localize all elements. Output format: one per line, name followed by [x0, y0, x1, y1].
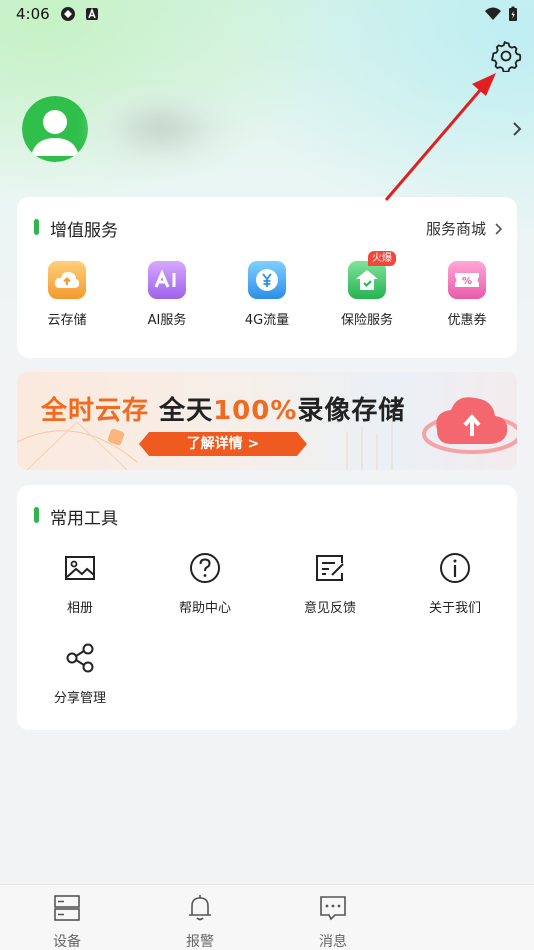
- tool-share-management[interactable]: 分享管理: [25, 641, 135, 706]
- status-bar: 4:06: [0, 0, 534, 30]
- tool-label: 分享管理: [53, 691, 106, 706]
- feedback-icon: [316, 555, 344, 581]
- nav-label: 消息: [319, 934, 347, 950]
- cloud-storage-banner[interactable]: 全时云存 全天100%录像存储 了解详情 >: [17, 372, 517, 470]
- tools-card: 常用工具 相册 帮助中心 意见反馈 关于我们 分享管理: [17, 485, 517, 730]
- banner-headline-part1: 全时云存: [41, 396, 150, 426]
- tool-help-center[interactable]: 帮助中心: [150, 551, 260, 616]
- gear-icon[interactable]: [490, 40, 522, 72]
- nav-label: 报警: [186, 934, 214, 950]
- service-mall-link[interactable]: 服务商城: [426, 218, 503, 239]
- service-label: 保险服务: [340, 313, 393, 328]
- tool-about-us[interactable]: 关于我们: [400, 551, 510, 616]
- value-services-title: 增值服务: [34, 216, 118, 241]
- share-icon: [66, 643, 94, 673]
- ai-icon: [148, 261, 186, 299]
- service-insurance[interactable]: 火爆 保险服务: [317, 251, 417, 328]
- chevron-right-icon[interactable]: [510, 120, 524, 138]
- tool-album[interactable]: 相册: [25, 551, 135, 616]
- learn-more-button[interactable]: 了解详情 >: [139, 432, 307, 456]
- service-cloud-storage[interactable]: 云存储: [17, 261, 117, 328]
- banner-headline-part2: 全天: [159, 396, 214, 426]
- service-4g-data[interactable]: 4G流量: [217, 261, 317, 328]
- service-ai[interactable]: AI服务: [117, 261, 217, 328]
- nav-messages[interactable]: 消息: [298, 893, 368, 950]
- device-icon: [54, 895, 80, 921]
- tool-label: 意见反馈: [303, 601, 356, 616]
- value-services-card: 增值服务 服务商城 云存储 AI服务 4G流量 火爆 保险服务 % 优惠券: [17, 197, 517, 358]
- nav-alarm[interactable]: 报警: [165, 893, 235, 950]
- status-time: 4:06: [16, 5, 50, 23]
- nav-label: 设备: [53, 934, 81, 950]
- image-icon: [65, 556, 95, 580]
- tool-label: 相册: [66, 601, 93, 616]
- nav-device[interactable]: 设备: [32, 893, 102, 950]
- tools-title: 常用工具: [34, 504, 118, 529]
- hot-badge: 火爆: [368, 251, 396, 266]
- message-icon: [320, 896, 346, 921]
- info-circle-icon: [440, 553, 470, 583]
- tool-label: 帮助中心: [178, 601, 231, 616]
- service-label: 云存储: [47, 313, 87, 328]
- banner-headline: 全时云存 全天100%录像存储: [41, 390, 405, 427]
- avatar[interactable]: [22, 96, 88, 162]
- wifi-icon: [485, 7, 501, 20]
- yen-coin-icon: [248, 261, 286, 299]
- app-notification-icon: [61, 7, 75, 21]
- svg-text:%: %: [462, 276, 472, 287]
- service-label: 4G流量: [244, 313, 290, 328]
- banner-headline-part4: 录像存储: [297, 396, 406, 426]
- username-blurred: [86, 86, 236, 170]
- service-mall-label: 服务商城: [425, 220, 486, 238]
- shield-home-icon: 火爆: [348, 251, 396, 299]
- service-coupon[interactable]: % 优惠券: [417, 261, 517, 328]
- bottom-nav: 设备 报警 消息: [0, 884, 534, 950]
- user-avatar-icon: [22, 96, 88, 162]
- banner-headline-part3: 100%: [213, 396, 298, 426]
- tool-feedback[interactable]: 意见反馈: [275, 551, 385, 616]
- chevron-right-icon: [495, 222, 503, 235]
- battery-icon: [509, 6, 517, 21]
- service-label: 优惠券: [447, 313, 487, 328]
- a-notification-icon: [86, 7, 98, 20]
- help-circle-icon: [190, 553, 220, 583]
- bell-icon: [189, 895, 211, 921]
- cloud-upload-icon: [48, 261, 86, 299]
- tool-label: 关于我们: [428, 601, 481, 616]
- service-label: AI服务: [147, 313, 187, 328]
- coupon-icon: %: [448, 261, 486, 299]
